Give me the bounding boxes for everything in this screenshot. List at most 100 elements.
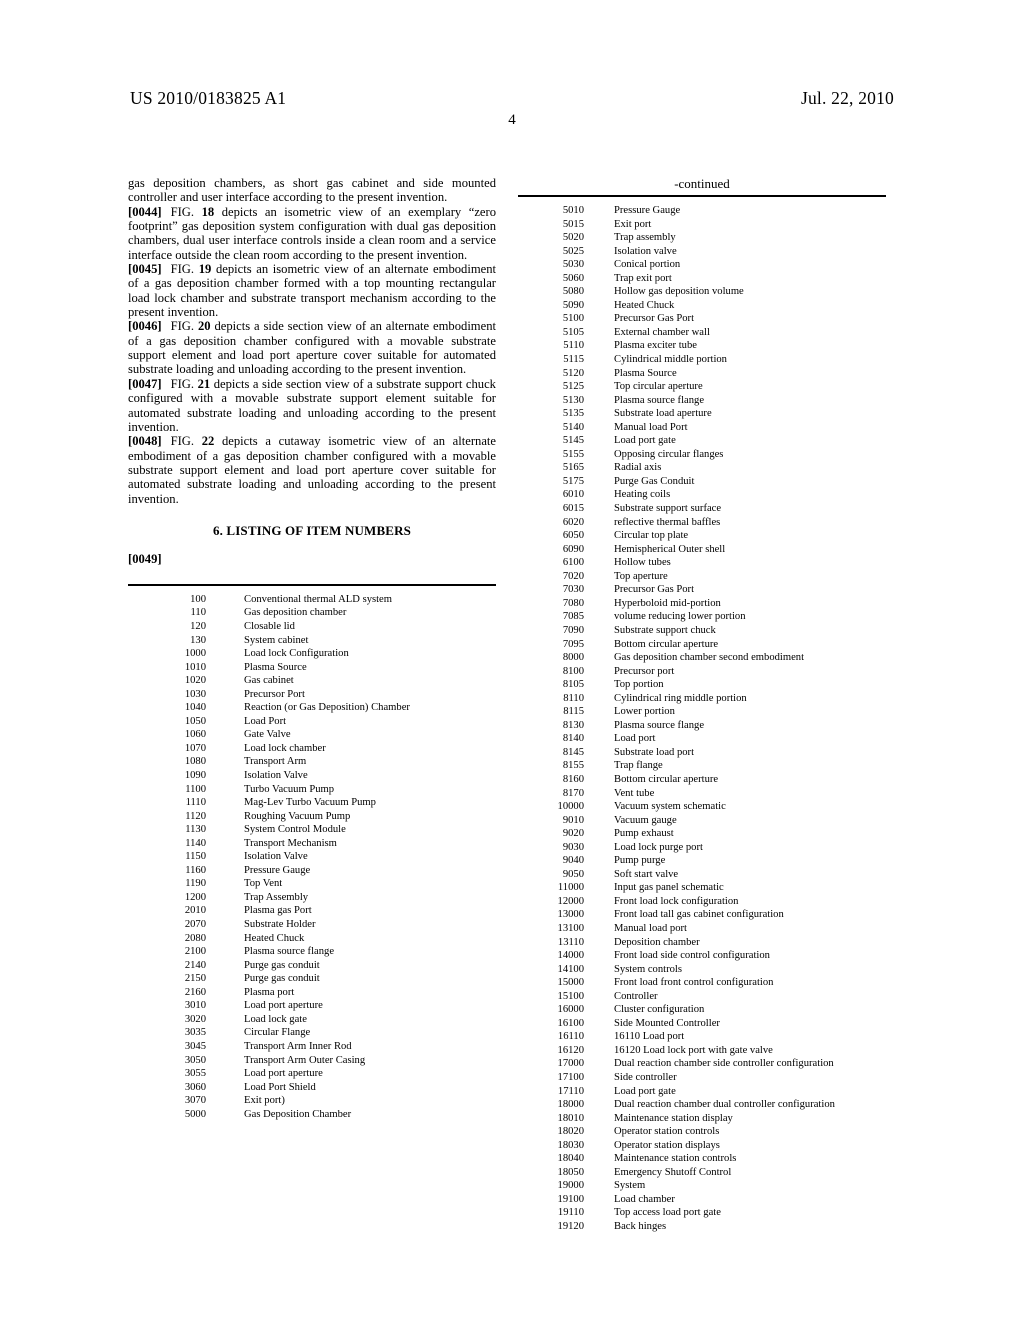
paragraph-tag: [0045] — [128, 262, 162, 277]
item-description: Heated Chuck — [614, 299, 675, 311]
table-row: 8110 Cylindrical ring middle portion — [518, 692, 886, 706]
table-row: 1080 Transport Arm — [128, 755, 496, 769]
item-number: 9040 — [562, 855, 584, 867]
paragraph-0044: [0044] FIG. 18 depicts an isometric view … — [128, 205, 496, 262]
item-description: Vacuum gauge — [614, 814, 677, 826]
table-row: 5025 Isolation valve — [518, 245, 886, 259]
item-description: External chamber wall — [614, 326, 710, 338]
item-number: 8145 — [562, 746, 584, 758]
item-number: 5155 — [562, 448, 584, 460]
item-description: Precursor Gas Port — [614, 584, 695, 596]
table-row: 8115 Lower portion — [518, 705, 886, 719]
item-description: Substrate Holder — [244, 919, 316, 931]
item-description: Load Port Shield — [244, 1081, 316, 1093]
item-number: 18010 — [557, 1112, 584, 1124]
table-row: 1050 Load Port — [128, 715, 496, 729]
item-description: Substrate load aperture — [614, 408, 712, 420]
item-number: 12000 — [557, 895, 584, 907]
item-number: 3070 — [184, 1095, 206, 1107]
item-description: Pressure Gauge — [244, 864, 311, 876]
item-number: 13000 — [557, 909, 584, 921]
item-description: Operator station displays — [614, 1139, 720, 1151]
table-row: 1090 Isolation Valve — [128, 769, 496, 783]
item-description: Plasma exciter tube — [614, 340, 697, 352]
item-number: 2140 — [184, 959, 206, 971]
item-number: 5020 — [562, 232, 584, 244]
item-number: 1040 — [184, 702, 206, 714]
item-description: Load lock chamber — [244, 742, 326, 754]
item-number: 3010 — [184, 1000, 206, 1012]
item-description: Opposing circular flanges — [614, 448, 724, 460]
item-description: Plasma Source — [244, 661, 307, 673]
item-description: Purge Gas Conduit — [614, 475, 695, 487]
item-number: 5145 — [562, 435, 584, 447]
item-description: Lower portion — [614, 706, 675, 718]
item-description: Load port aperture — [244, 1068, 323, 1080]
item-number: 19100 — [557, 1193, 584, 1205]
table-row: 17100 Side controller — [518, 1071, 886, 1085]
item-number: 6090 — [562, 543, 584, 555]
item-description: Maintenance station display — [614, 1112, 733, 1124]
table-row: 8130 Plasma source flange — [518, 719, 886, 733]
table-row: 6100 Hollow tubes — [518, 556, 886, 570]
table-row: 2100 Plasma source flange — [128, 945, 496, 959]
item-description: System cabinet — [244, 634, 309, 646]
table-row: 5020 Trap assembly — [518, 231, 886, 245]
continued-label: -continued — [674, 176, 730, 191]
table-row: 9050 Soft start valve — [518, 868, 886, 882]
item-description: Dual reaction chamber dual controller co… — [614, 1099, 835, 1111]
item-description: Top aperture — [614, 570, 668, 582]
table-row: 3045 Transport Arm Inner Rod — [128, 1040, 496, 1054]
item-number-table-right: 5010 Pressure Gauge 5015 Exit port 5020 Trap … — [518, 204, 886, 1234]
item-number: 5100 — [562, 313, 584, 325]
table-row: 1010 Plasma Source — [128, 661, 496, 675]
table-row: 1000 Load lock Configuration — [128, 647, 496, 661]
item-description: Precursor Gas Port — [614, 313, 695, 325]
item-description: Transport Mechanism — [244, 837, 337, 849]
item-description: Trap flange — [614, 760, 663, 772]
item-number: 1090 — [184, 770, 206, 782]
item-description: Hyperboloid mid-portion — [614, 597, 721, 609]
item-number: 5135 — [562, 408, 584, 420]
item-number: 7020 — [562, 570, 584, 582]
item-description: Cylindrical ring middle portion — [614, 692, 747, 704]
item-number: 3055 — [184, 1068, 206, 1080]
item-description: Purge gas conduit — [244, 973, 320, 985]
item-number: 8140 — [562, 733, 584, 745]
item-description: Trap Assembly — [244, 891, 309, 903]
page-number: 4 — [508, 112, 516, 128]
figure-number: 20 — [197, 319, 211, 334]
table-row: 1110 Mag-Lev Turbo Vacuum Pump — [128, 796, 496, 810]
item-description: Manual load Port — [614, 421, 688, 433]
item-number: 17110 — [557, 1085, 584, 1097]
item-description: Bottom circular aperture — [614, 638, 719, 650]
item-number: 1000 — [184, 648, 206, 660]
item-number: 19110 — [557, 1207, 584, 1219]
table-row: 1120 Roughing Vacuum Pump — [128, 810, 496, 824]
paragraph-lead: FIG. — [170, 262, 195, 277]
item-number: 7095 — [562, 638, 584, 650]
section-heading: 6. LISTING OF ITEM NUMBERS — [212, 522, 412, 538]
item-number: 5110 — [563, 340, 584, 352]
item-number: 110 — [190, 607, 207, 619]
item-description: Dual reaction chamber side controller co… — [614, 1058, 834, 1070]
paragraph-0048: [0048] FIG. 22 depicts a cutaway isometri… — [128, 434, 496, 506]
table-row: 15000 Front load front control configurat… — [518, 976, 886, 990]
item-description: Top Vent — [244, 878, 283, 890]
item-number: 5090 — [562, 299, 584, 311]
publication-number: US 2010/0183825 A1 — [130, 88, 287, 108]
table-row: 19000 System — [518, 1179, 886, 1193]
item-description: Load port aperture — [244, 1000, 323, 1012]
item-number: 5015 — [562, 218, 584, 230]
item-description: Side controller — [614, 1072, 677, 1083]
item-number: 2100 — [184, 946, 206, 958]
item-number: 8170 — [562, 787, 584, 799]
item-number: 5165 — [562, 462, 584, 474]
table-row: 3055 Load port aperture — [128, 1067, 496, 1081]
item-description: reflective thermal baffles — [614, 516, 721, 528]
item-description: Circular Flange — [244, 1027, 311, 1039]
item-number: 18000 — [557, 1099, 584, 1111]
item-description: volume reducing lower portion — [614, 611, 746, 623]
item-description: Circular top plate — [614, 530, 689, 542]
item-number: 1130 — [185, 824, 206, 836]
